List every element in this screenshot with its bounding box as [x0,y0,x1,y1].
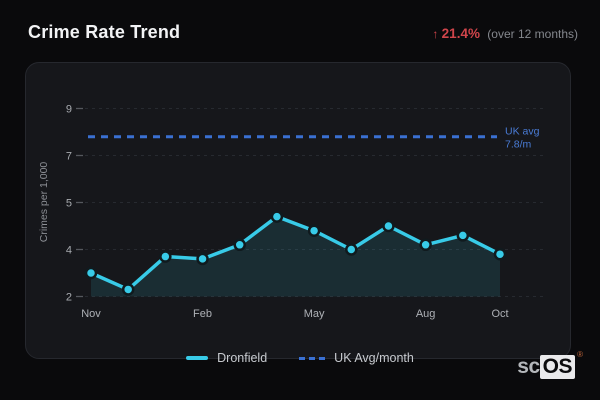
brand-box: OS ® [539,350,583,380]
data-point-marker[interactable] [121,283,135,296]
dashed-line-swatch-icon [299,356,326,360]
brand-boxed-text: OS [542,355,573,378]
data-point-marker[interactable] [493,247,507,261]
legend-label: UK Avg/month [334,351,414,365]
series-area-fill [91,216,500,297]
y-axis-label: 7 [66,151,72,163]
data-point-marker[interactable] [456,229,470,242]
registered-trademark-icon: ® [577,350,583,359]
x-axis-label: Oct [491,308,508,320]
data-point-marker[interactable] [382,219,395,233]
brand-prefix: sc [517,355,540,379]
data-point-marker[interactable] [307,224,321,237]
data-point-marker[interactable] [270,210,284,223]
uk-avg-annotation-value: 7.8/m [505,139,532,151]
y-axis-title: Crimes per 1,000 [38,162,50,243]
data-point-marker[interactable] [345,243,358,256]
x-axis-label: May [304,308,325,320]
x-axis-label: Feb [193,308,212,320]
y-axis-label: 2 [66,292,72,304]
legend-item-uk-avg[interactable]: UK Avg/month [299,351,414,365]
crime-trend-chart: 9 7 5 4 2 Crimes per 1,000 Nov Feb May Aug Oct UK a… [38,104,545,320]
legend-item-dronfield[interactable]: Dronfield [186,351,267,365]
x-axis-label: Nov [81,308,101,320]
data-point-marker[interactable] [233,238,246,252]
chart-legend: Dronfield UK Avg/month [0,351,600,365]
data-point-marker[interactable] [159,250,172,263]
legend-label: Dronfield [217,351,268,365]
y-axis-label: 9 [66,104,72,116]
y-axis-label: 5 [66,198,72,210]
data-point-marker[interactable] [196,252,209,266]
data-point-marker[interactable] [84,266,98,280]
solid-line-swatch-icon [186,356,209,360]
data-point-marker[interactable] [419,238,432,252]
brand-logo: sc OS ® [517,350,583,380]
y-axis-label: 4 [66,245,72,257]
uk-avg-annotation-label: UK avg [505,126,540,138]
x-axis-label: Aug [416,308,436,320]
